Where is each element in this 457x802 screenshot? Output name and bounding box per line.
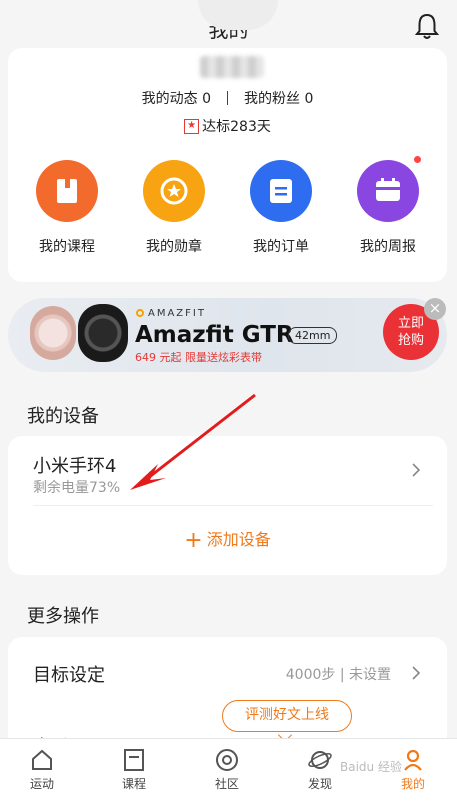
medal-icon xyxy=(143,160,205,222)
shortcut-grid: 我的课程 我的勋章 我的订单 我的周报 xyxy=(8,156,447,260)
shortcut-label: 我的周报 xyxy=(360,239,416,255)
calendar-icon xyxy=(357,156,421,222)
banner-promo-text: 649 元起 限量送炫彩表带 xyxy=(135,351,262,364)
tab-community[interactable]: 社区 xyxy=(192,747,262,792)
device-row[interactable]: 小米手环4 剩余电量73% xyxy=(8,436,447,505)
tab-label: 社区 xyxy=(214,777,239,791)
chevron-right-icon xyxy=(412,666,421,680)
streak-badge: ★ 达标283天 xyxy=(8,116,447,136)
user-name-blurred xyxy=(200,56,264,78)
battery-status: 剩余电量73% xyxy=(33,480,121,496)
shortcut-my-courses[interactable]: 我的课程 xyxy=(22,160,112,256)
tab-workout[interactable]: 运动 xyxy=(7,747,77,792)
devices-section-title: 我的设备 xyxy=(27,406,99,427)
watermark: Baidu 经验 xyxy=(340,760,402,774)
add-device-button[interactable]: + 添加设备 xyxy=(8,526,447,553)
brand-logo-icon xyxy=(136,309,144,317)
stats-divider xyxy=(227,91,228,105)
brand-text: AMAZFIT xyxy=(148,308,206,319)
banner-brand: AMAZFIT xyxy=(136,308,206,319)
banner-model: Amazfit GTR xyxy=(135,322,294,348)
shortcut-my-orders[interactable]: 我的订单 xyxy=(236,160,326,256)
device-card: 小米手环4 剩余电量73% + 添加设备 xyxy=(8,436,447,575)
posts-count[interactable]: 我的动态 0 xyxy=(142,88,211,108)
goal-setting-label: 目标设定 xyxy=(33,665,105,686)
tab-label: 运动 xyxy=(29,777,54,791)
watch-black-image xyxy=(78,304,128,362)
divider xyxy=(33,505,433,506)
shortcut-label: 我的课程 xyxy=(39,239,95,255)
chevron-right-icon xyxy=(412,463,421,477)
book-icon xyxy=(36,160,98,222)
device-name: 小米手环4 xyxy=(33,456,117,477)
watch-pink-image xyxy=(30,306,76,360)
shortcut-label: 我的订单 xyxy=(253,239,309,255)
goal-setting-value: 4000步 | 未设置 xyxy=(285,667,391,683)
shortcut-my-medals[interactable]: 我的勋章 xyxy=(129,160,219,256)
bell-icon[interactable] xyxy=(411,10,443,42)
tab-label: 发现 xyxy=(307,777,332,791)
banner-close-button[interactable]: × xyxy=(424,298,446,320)
tab-label: 课程 xyxy=(121,777,146,791)
banner-size-tag: 42mm xyxy=(288,327,338,344)
buy-now-line2: 抢购 xyxy=(397,333,424,348)
course-icon xyxy=(124,749,144,771)
shortcut-label: 我的勋章 xyxy=(146,239,202,255)
person-icon xyxy=(404,749,422,771)
streak-label: 达标283天 xyxy=(202,119,271,135)
add-device-label: 添加设备 xyxy=(206,530,271,549)
profile-stats: 我的动态 0 我的粉丝 0 xyxy=(8,88,447,108)
plus-icon: + xyxy=(184,528,203,553)
promo-banner[interactable]: AMAZFIT Amazfit GTR 42mm 649 元起 限量送炫彩表带 … xyxy=(8,298,447,372)
profile-card: 我的动态 0 我的粉丝 0 ★ 达标283天 我的课程 我的勋章 我的订单 我的… xyxy=(8,0,447,282)
planet-icon xyxy=(308,751,332,769)
shortcut-my-weekly[interactable]: 我的周报 xyxy=(343,156,433,256)
tab-course[interactable]: 课程 xyxy=(99,747,169,792)
fans-count[interactable]: 我的粉丝 0 xyxy=(244,88,313,108)
more-section-title: 更多操作 xyxy=(27,606,99,627)
order-icon xyxy=(250,160,312,222)
goal-setting-row[interactable]: 目标设定 4000步 | 未设置 xyxy=(8,637,447,707)
review-bubble[interactable]: 评测好文上线 xyxy=(222,700,352,732)
community-icon xyxy=(216,749,238,771)
star-badge-icon: ★ xyxy=(184,118,200,134)
notification-dot xyxy=(414,156,421,163)
house-icon xyxy=(32,749,52,770)
tab-label: 我的 xyxy=(400,777,425,791)
